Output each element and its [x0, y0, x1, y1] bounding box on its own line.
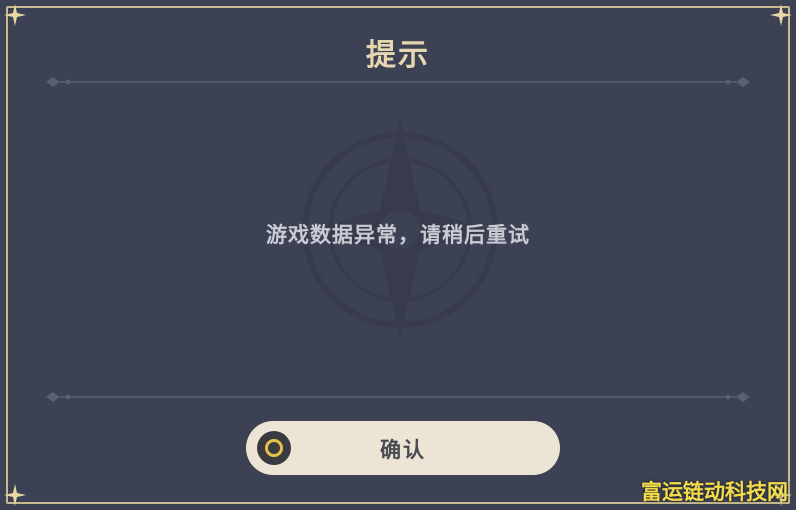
top-ornament-divider [46, 77, 750, 87]
corner-star-icon [4, 484, 26, 506]
error-dialog: 提示 游戏数据异常，请稍后重试 确认 富运链动科技网 [0, 0, 796, 510]
confirm-button-label: 确认 [380, 438, 426, 462]
confirm-button[interactable]: 确认 [246, 421, 560, 475]
error-message: 游戏数据异常，请稍后重试 [266, 223, 530, 247]
watermark-text: 富运链动科技网 [641, 480, 788, 504]
corner-star-icon [770, 4, 792, 26]
bottom-ornament-divider [46, 392, 750, 402]
dialog-title: 提示 [366, 38, 430, 73]
corner-star-icon [4, 4, 26, 26]
